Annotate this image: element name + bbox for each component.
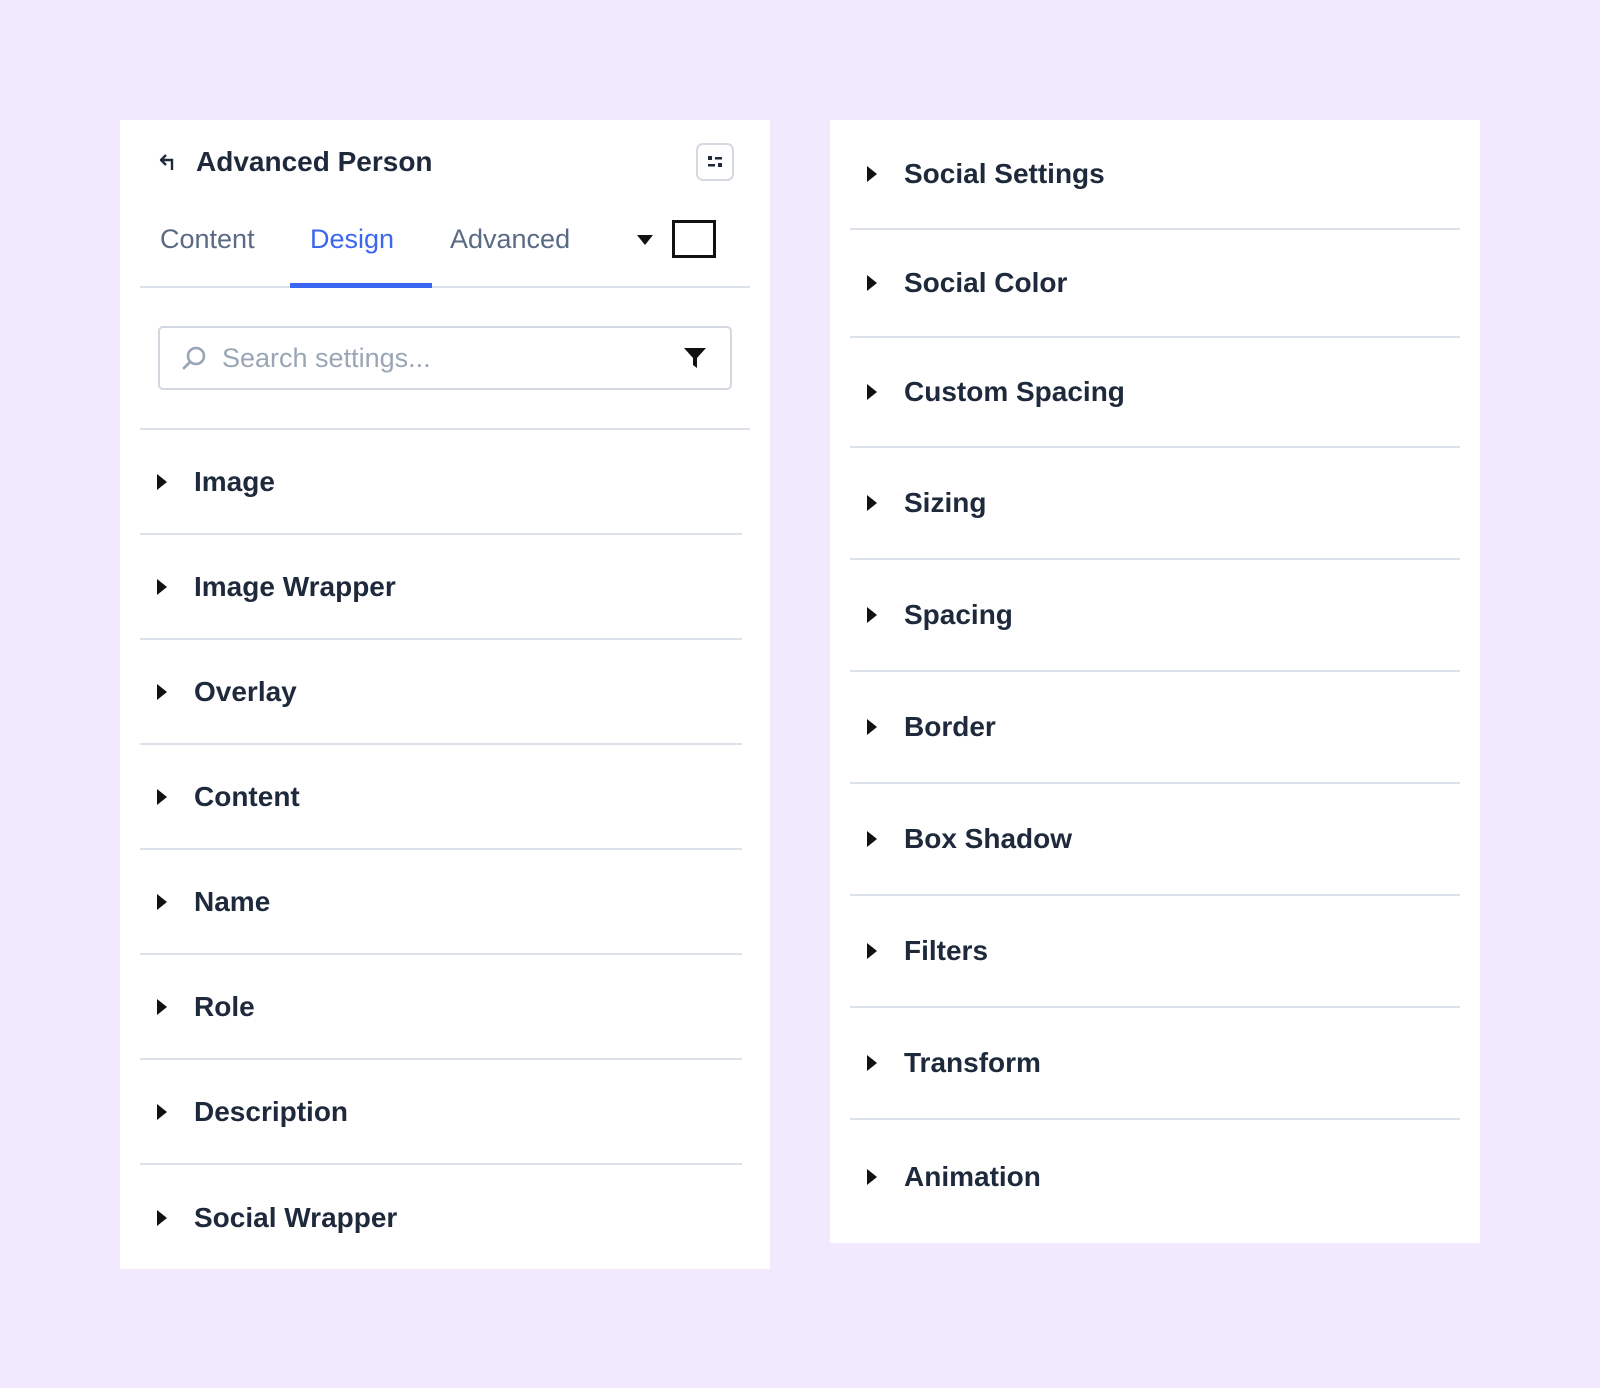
caret-right-icon — [866, 830, 882, 848]
section-image[interactable]: Image — [140, 430, 742, 535]
section-animation[interactable]: Animation — [850, 1120, 1460, 1234]
section-image-wrapper[interactable]: Image Wrapper — [140, 535, 742, 640]
section-label: Role — [194, 990, 255, 1022]
collapse-panel-button[interactable] — [696, 143, 734, 181]
section-label: Border — [904, 711, 996, 742]
collapse-panel-icon — [708, 156, 722, 167]
section-label: Animation — [904, 1161, 1041, 1192]
section-name[interactable]: Name — [140, 850, 742, 955]
section-label: Name — [194, 885, 271, 917]
device-preview-toggle[interactable] — [672, 220, 716, 258]
section-label: Box Shadow — [904, 823, 1073, 854]
section-box-shadow[interactable]: Box Shadow — [850, 784, 1460, 896]
caret-right-icon — [156, 578, 172, 596]
caret-right-icon — [156, 998, 172, 1016]
section-label: Spacing — [904, 599, 1013, 630]
caret-right-icon — [156, 683, 172, 701]
caret-right-icon — [866, 942, 882, 960]
section-label: Overlay — [194, 675, 297, 707]
section-label: Filters — [904, 935, 989, 966]
caret-right-icon — [866, 383, 882, 401]
section-label: Social Wrapper — [194, 1201, 398, 1233]
caret-right-icon — [156, 1209, 172, 1227]
section-content[interactable]: Content — [140, 745, 742, 850]
section-label: Description — [194, 1095, 349, 1127]
chevron-down-icon[interactable] — [630, 228, 660, 252]
filter-icon[interactable] — [680, 343, 710, 373]
section-custom-spacing[interactable]: Custom Spacing — [850, 338, 1460, 448]
section-spacing[interactable]: Spacing — [850, 560, 1460, 672]
panel-header: Advanced Person — [156, 138, 734, 186]
section-list: Social Settings Social Color Custom Spac… — [850, 120, 1460, 1234]
caret-right-icon — [866, 1168, 882, 1186]
section-list: Image Image Wrapper Overlay Content Name… — [140, 430, 742, 1270]
settings-panel: Advanced Person Content Design Advanced — [120, 120, 770, 1269]
section-role[interactable]: Role — [140, 955, 742, 1060]
section-label: Custom Spacing — [904, 376, 1125, 407]
section-sizing[interactable]: Sizing — [850, 448, 1460, 560]
section-label: Social Color — [904, 267, 1068, 298]
active-tab-indicator — [290, 283, 432, 288]
section-filters[interactable]: Filters — [850, 896, 1460, 1008]
caret-right-icon — [866, 606, 882, 624]
section-border[interactable]: Border — [850, 672, 1460, 784]
section-label: Content — [194, 780, 300, 812]
tab-bar: Content Design Advanced — [140, 206, 750, 288]
tab-design[interactable]: Design — [310, 206, 394, 286]
section-social-settings[interactable]: Social Settings — [850, 120, 1460, 230]
section-label: Image — [194, 465, 275, 497]
caret-right-icon — [156, 788, 172, 806]
search-box — [158, 326, 732, 390]
section-label: Transform — [904, 1047, 1041, 1078]
section-label: Sizing — [904, 487, 987, 518]
search-input[interactable] — [220, 341, 680, 375]
section-transform[interactable]: Transform — [850, 1008, 1460, 1120]
section-social-wrapper[interactable]: Social Wrapper — [140, 1165, 742, 1270]
caret-right-icon — [866, 165, 882, 183]
search-icon — [180, 343, 210, 373]
tab-advanced[interactable]: Advanced — [450, 206, 570, 286]
caret-right-icon — [866, 274, 882, 292]
panel-title: Advanced Person — [196, 146, 433, 177]
section-label: Image Wrapper — [194, 570, 396, 602]
caret-right-icon — [866, 1054, 882, 1072]
caret-right-icon — [156, 1103, 172, 1121]
caret-right-icon — [866, 718, 882, 736]
section-description[interactable]: Description — [140, 1060, 742, 1165]
caret-right-icon — [156, 473, 172, 491]
caret-right-icon — [156, 893, 172, 911]
tab-content[interactable]: Content — [160, 206, 255, 286]
caret-right-icon — [866, 494, 882, 512]
settings-panel-continued: Social Settings Social Color Custom Spac… — [830, 120, 1480, 1243]
section-social-color[interactable]: Social Color — [850, 230, 1460, 338]
section-overlay[interactable]: Overlay — [140, 640, 742, 745]
section-label: Social Settings — [904, 158, 1105, 189]
back-arrow-icon[interactable] — [156, 149, 182, 175]
